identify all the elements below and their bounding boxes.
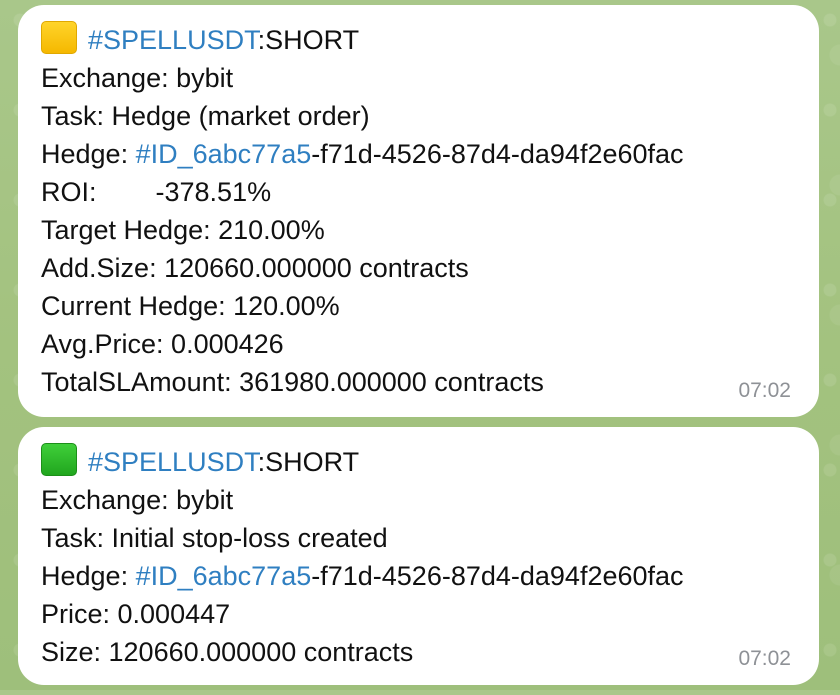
size-line: Size: 120660.000000 contracts bbox=[41, 637, 414, 667]
message-header: #SPELLUSDT:SHORT bbox=[41, 443, 795, 481]
message-list[interactable]: #SPELLUSDT:SHORT Exchange: bybit Task: H… bbox=[18, 5, 819, 695]
roi-label: ROI: bbox=[41, 177, 97, 207]
roi-value: -378.51% bbox=[155, 177, 272, 207]
direction-text: :SHORT bbox=[257, 447, 360, 477]
avg-price-line: Avg.Price: 0.000426 bbox=[41, 329, 284, 359]
hedge-id-hashtag-link[interactable]: #ID_6abc77a5 bbox=[136, 139, 312, 169]
hedge-line: Hedge: #ID_6abc77a5-f71d-4526-87d4-da94f… bbox=[41, 557, 795, 595]
price-line: Price: 0.000447 bbox=[41, 599, 231, 629]
current-hedge-line: Current Hedge: 120.00% bbox=[41, 291, 340, 321]
message-timestamp: 07:02 bbox=[738, 647, 791, 670]
hedge-id-rest: -f71d-4526-87d4-da94f2e60fac bbox=[311, 139, 684, 169]
roi-line: ROI: -378.51% bbox=[41, 173, 795, 211]
add-size-line: Add.Size: 120660.000000 contracts bbox=[41, 253, 469, 283]
message-timestamp: 07:02 bbox=[738, 379, 791, 402]
hedge-line: Hedge: #ID_6abc77a5-f71d-4526-87d4-da94f… bbox=[41, 135, 795, 173]
hedge-label: Hedge: bbox=[41, 139, 136, 169]
hedge-id-hashtag-link[interactable]: #ID_6abc77a5 bbox=[136, 561, 312, 591]
task-line: Task: Hedge (market order) bbox=[41, 101, 370, 131]
message-bubble[interactable]: #SPELLUSDT:SHORT Exchange: bybit Task: I… bbox=[18, 427, 819, 685]
total-sl-line: TotalSLAmount: 361980.000000 contracts bbox=[41, 367, 544, 397]
symbol-hashtag-link[interactable]: #SPELLUSDT bbox=[88, 25, 258, 55]
message-header: #SPELLUSDT:SHORT bbox=[41, 21, 795, 59]
hedge-label: Hedge: bbox=[41, 561, 136, 591]
green-square-emoji-icon bbox=[41, 443, 77, 476]
task-line: Task: Initial stop-loss created bbox=[41, 523, 388, 553]
symbol-hashtag-link[interactable]: #SPELLUSDT bbox=[88, 447, 258, 477]
message-bubble[interactable]: #SPELLUSDT:SHORT Exchange: bybit Task: H… bbox=[18, 5, 819, 417]
exchange-line: Exchange: bybit bbox=[41, 485, 234, 515]
hedge-id-rest: -f71d-4526-87d4-da94f2e60fac bbox=[311, 561, 684, 591]
target-hedge-line: Target Hedge: 210.00% bbox=[41, 215, 325, 245]
yellow-square-emoji-icon bbox=[41, 21, 77, 54]
exchange-line: Exchange: bybit bbox=[41, 63, 234, 93]
direction-text: :SHORT bbox=[257, 25, 360, 55]
